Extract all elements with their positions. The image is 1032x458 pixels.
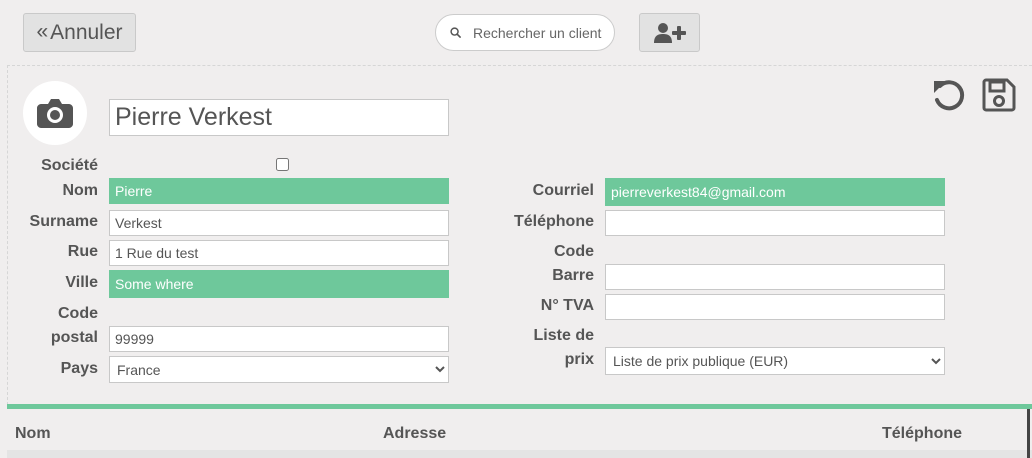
- camera-icon: [37, 99, 73, 128]
- add-customer-button[interactable]: [639, 13, 700, 52]
- societe-checkbox[interactable]: [276, 158, 289, 171]
- ville-field[interactable]: [109, 270, 449, 298]
- pays-select[interactable]: France: [109, 356, 449, 383]
- label-telephone: Téléphone: [513, 213, 594, 230]
- customer-table-header: Nom Adresse Téléphone: [7, 404, 1032, 458]
- save-icon: [982, 78, 1016, 112]
- label-tva: N° TVA: [540, 297, 594, 314]
- label-nom: Nom: [62, 182, 98, 199]
- surname-field[interactable]: [109, 210, 449, 236]
- customer-search[interactable]: [435, 14, 615, 51]
- user-plus-icon: [653, 22, 686, 43]
- top-bar: « Annuler: [0, 0, 1032, 66]
- tva-field[interactable]: [605, 294, 945, 320]
- label-code-postal-line1: Code: [58, 305, 98, 322]
- double-chevron-left-icon: «: [36, 20, 49, 43]
- label-courriel: Courriel: [532, 182, 594, 199]
- label-code-barre-line2: Barre: [552, 267, 594, 284]
- search-input[interactable]: [473, 24, 603, 41]
- courriel-field[interactable]: [605, 178, 945, 206]
- telephone-field[interactable]: [605, 210, 945, 236]
- column-header-telephone[interactable]: Téléphone: [882, 425, 962, 443]
- table-row-divider: [7, 450, 1032, 458]
- rue-field[interactable]: [109, 240, 449, 266]
- label-pays: Pays: [60, 360, 98, 377]
- column-header-nom[interactable]: Nom: [15, 425, 51, 443]
- label-code-postal-line2: postal: [50, 329, 98, 346]
- label-rue: Rue: [67, 243, 98, 260]
- undo-button[interactable]: [932, 78, 966, 117]
- code-barre-field[interactable]: [605, 264, 945, 290]
- save-button[interactable]: [982, 78, 1016, 117]
- label-liste-prix-line2: prix: [564, 351, 594, 368]
- label-surname: Surname: [29, 213, 98, 230]
- undo-icon: [934, 80, 965, 111]
- liste-prix-select[interactable]: Liste de prix publique (EUR): [605, 347, 945, 375]
- label-liste-prix-line1: Liste de: [533, 327, 594, 344]
- label-ville: Ville: [65, 274, 98, 291]
- scrollbar[interactable]: [1027, 409, 1030, 458]
- label-code-barre-line1: Code: [554, 243, 594, 260]
- customer-photo[interactable]: [23, 81, 87, 145]
- nom-field[interactable]: [109, 178, 449, 204]
- code-postal-field[interactable]: [109, 326, 449, 352]
- cancel-label: Annuler: [50, 20, 123, 44]
- label-societe: Société: [41, 157, 98, 174]
- cancel-button[interactable]: « Annuler: [23, 13, 136, 52]
- customer-name-input[interactable]: [109, 99, 449, 136]
- search-icon: [450, 27, 461, 38]
- column-header-adresse[interactable]: Adresse: [383, 425, 446, 443]
